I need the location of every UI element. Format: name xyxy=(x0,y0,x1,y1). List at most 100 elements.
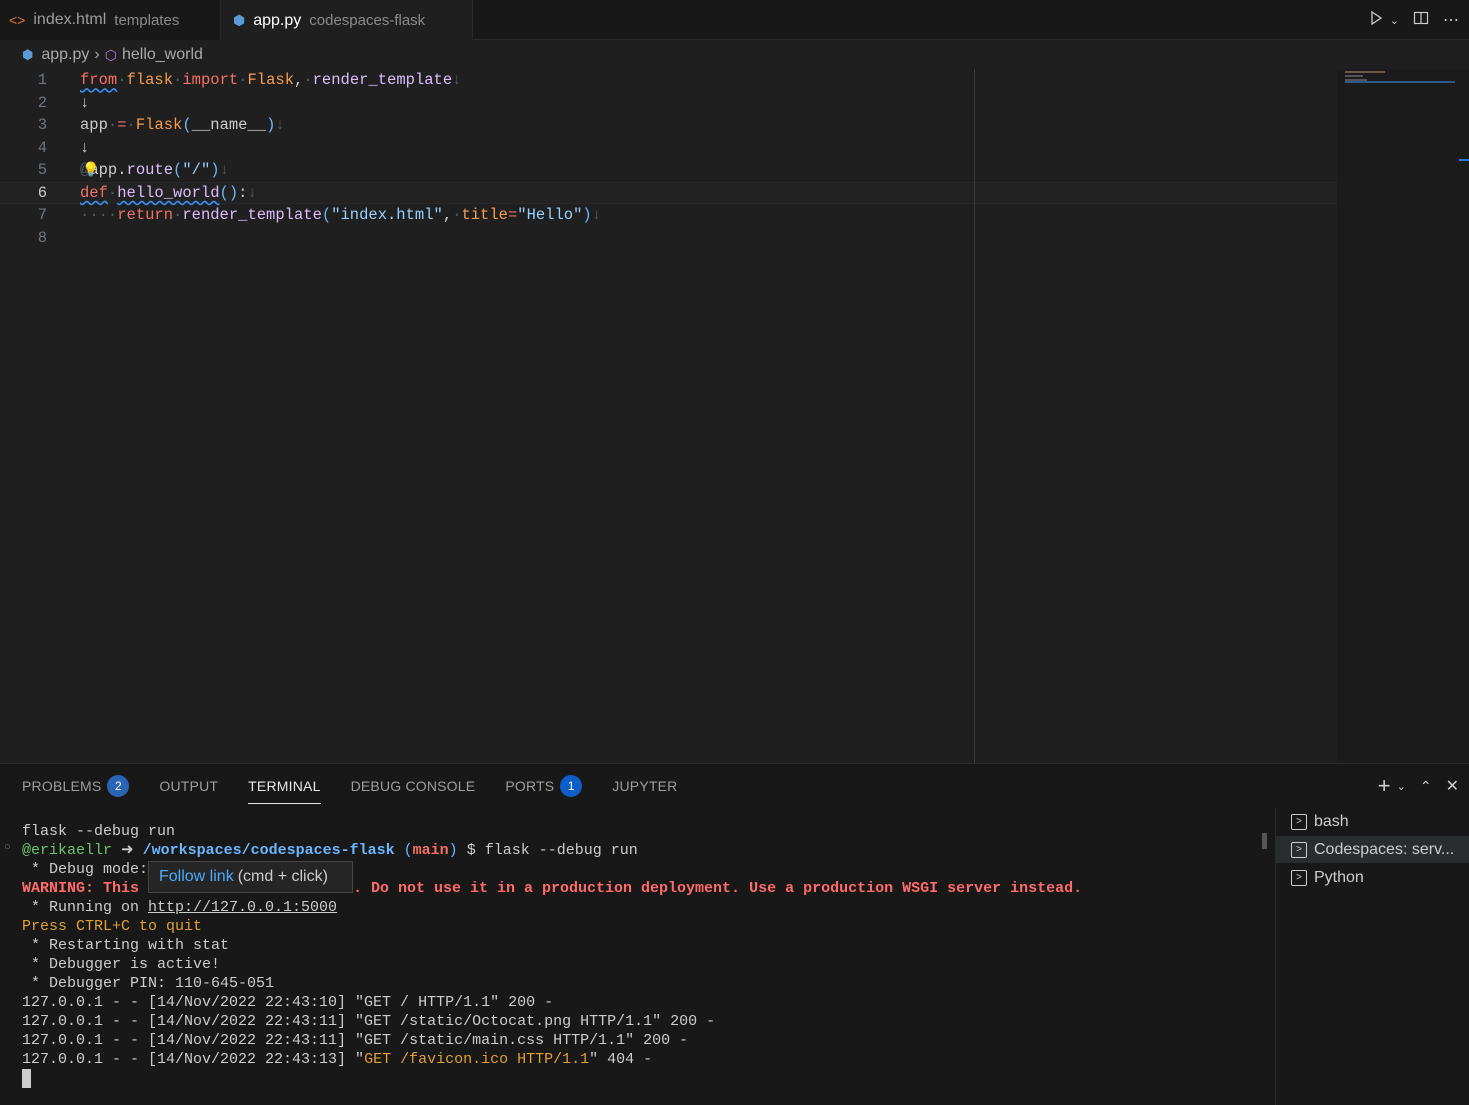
code-token: Flask xyxy=(247,71,294,90)
chevron-down-icon[interactable]: ⌄ xyxy=(1390,14,1399,27)
log-suffix: " 404 - xyxy=(589,1051,653,1068)
terminal-icon: > xyxy=(1291,813,1307,830)
code-token: = xyxy=(117,116,127,135)
line-number: 4 xyxy=(37,138,47,157)
breadcrumb-symbol[interactable]: hello_world xyxy=(122,46,203,64)
minimap[interactable] xyxy=(1337,69,1469,763)
maximize-panel-icon[interactable]: ⌃ xyxy=(1420,778,1432,795)
split-editor-icon[interactable] xyxy=(1413,10,1429,31)
terminal-decoration-icon: ○ xyxy=(4,842,11,854)
terminal-line: 127.0.0.1 - - [14/Nov/2022 22:43:10] "GE… xyxy=(22,994,554,1011)
bottom-panel: PROBLEMS 2 OUTPUT TERMINAL DEBUG CONSOLE … xyxy=(0,763,1469,1105)
tab-label: OUTPUT xyxy=(159,778,219,794)
terminal-icon: > xyxy=(1291,869,1307,886)
method-icon: ⬡ xyxy=(104,46,117,63)
editor-ruler xyxy=(974,69,975,763)
terminal-item-python[interactable]: > Python xyxy=(1276,864,1469,891)
prompt-arrow: ➜ xyxy=(112,842,143,859)
code-line: 1 from·flask·import·Flask,·render_templat… xyxy=(0,69,1337,92)
follow-link-tooltip: Follow link (cmd + click) xyxy=(148,861,353,893)
code-line: 4 ↓ xyxy=(0,137,1337,160)
tab-output[interactable]: OUTPUT xyxy=(159,764,218,808)
code-token: ( xyxy=(321,206,332,225)
tab-description: codespaces-flask xyxy=(309,12,426,29)
code-token: def xyxy=(80,183,108,202)
code-token: title xyxy=(461,206,508,225)
code-text: def·hello_world():↓ xyxy=(80,184,257,202)
tab-ports[interactable]: PORTS 1 xyxy=(505,764,583,808)
terminal-line: 127.0.0.1 - - [14/Nov/2022 22:43:11] "GE… xyxy=(22,1032,689,1049)
code-line: 7 ····return·render_template("index.html"… xyxy=(0,204,1337,227)
code-token: ) xyxy=(266,116,276,135)
html-icon: <> xyxy=(9,12,26,28)
code-token: return xyxy=(117,206,174,225)
line-number: 6 xyxy=(37,183,47,202)
tab-debug-console[interactable]: DEBUG CONSOLE xyxy=(351,764,476,808)
warning-start: WARNING: This xyxy=(22,880,140,897)
tab-jupyter[interactable]: JUPYTER xyxy=(612,764,677,808)
terminal-line: flask --debug run xyxy=(22,823,176,840)
code-text: ↓ xyxy=(80,139,89,157)
terminal-item-codespaces[interactable]: > Codespaces: serv... xyxy=(1276,836,1469,863)
terminal-cursor xyxy=(22,1069,31,1088)
run-icon[interactable] xyxy=(1368,10,1384,31)
server-url-link[interactable]: http://127.0.0.1:5000 xyxy=(148,899,337,916)
tab-problems[interactable]: PROBLEMS 2 xyxy=(22,764,130,808)
running-prefix: * Running on xyxy=(22,899,149,916)
tab-description: templates xyxy=(114,11,180,29)
code-line: 3 app·=·Flask(__name__)↓ xyxy=(0,114,1337,137)
prompt-path: /workspaces/codespaces-flask xyxy=(142,842,395,859)
terminal-warning: WARNING: This . Do not use it in a produc… xyxy=(22,879,1082,898)
follow-link[interactable]: Follow link xyxy=(159,868,234,886)
ports-count-badge: 1 xyxy=(560,775,583,797)
tab-label: TERMINAL xyxy=(248,778,321,794)
prompt-branch-open: ( xyxy=(394,842,413,859)
terminal-scrollbar[interactable] xyxy=(1262,833,1267,849)
breadcrumb-file[interactable]: app.py xyxy=(41,46,89,64)
code-token: ↓ xyxy=(80,93,90,112)
code-line: 5 @app.route("/")↓ 💡 xyxy=(0,159,1337,182)
tab-terminal[interactable]: TERMINAL xyxy=(248,764,321,808)
terminal-item-bash[interactable]: > bash xyxy=(1276,808,1469,835)
terminal-item-label: Codespaces: serv... xyxy=(1314,840,1455,858)
tab-name: index.html xyxy=(33,11,107,28)
code-token: import xyxy=(182,71,239,90)
line-number: 3 xyxy=(37,116,47,135)
code-token: ) xyxy=(582,206,592,225)
follow-link-hint: (cmd + click) xyxy=(237,868,328,885)
tab-name: app.py xyxy=(253,11,302,29)
minimap-line xyxy=(1345,81,1455,83)
code-token: · xyxy=(107,183,118,202)
new-terminal-icon[interactable]: + xyxy=(1378,773,1391,799)
tab-index-html[interactable]: <> index.html templates xyxy=(0,0,221,40)
minimap-line xyxy=(1345,75,1363,77)
minimap-marker xyxy=(1459,159,1469,161)
tab-label: DEBUG CONSOLE xyxy=(350,778,476,794)
terminal-list: > bash > Codespaces: serv... > Python xyxy=(1275,808,1469,1105)
terminal-icon: > xyxy=(1291,841,1307,858)
code-token: = xyxy=(507,206,518,225)
code-token: render_template xyxy=(182,206,322,225)
code-token: ↓ xyxy=(452,71,462,90)
code-token: · xyxy=(126,116,136,135)
code-text: app·=·Flask(__name__)↓ xyxy=(80,116,285,134)
code-token: ↓ xyxy=(247,183,257,202)
close-icon[interactable]: ✕ xyxy=(1446,776,1459,796)
prompt-branch: main xyxy=(412,842,449,859)
tab-label: JUPYTER xyxy=(612,778,678,794)
terminal-line: Press CTRL+C to quit xyxy=(22,918,203,935)
chevron-down-icon[interactable]: ⌄ xyxy=(1397,780,1406,793)
code-token: ↓ xyxy=(591,206,602,225)
more-actions-icon[interactable]: ⋯ xyxy=(1443,10,1459,30)
code-editor[interactable]: 1 from·flask·import·Flask,·render_templat… xyxy=(0,69,1469,763)
code-token: app xyxy=(80,116,108,135)
terminal-line: * Restarting with stat xyxy=(22,937,230,954)
terminal-line: * Debugger is active! xyxy=(22,956,221,973)
log-request: GET /favicon.ico HTTP/1.1 xyxy=(364,1051,590,1068)
lightbulb-icon[interactable]: 💡 xyxy=(82,162,99,179)
terminal-output[interactable]: flask --debug run ○ @erikaellr ➜ /worksp… xyxy=(0,808,1275,1105)
code-token: ( xyxy=(182,116,192,135)
code-token: () xyxy=(219,183,239,202)
code-token: · xyxy=(173,71,183,90)
tab-app-py[interactable]: ⬢ app.py codespaces-flask xyxy=(221,0,473,41)
